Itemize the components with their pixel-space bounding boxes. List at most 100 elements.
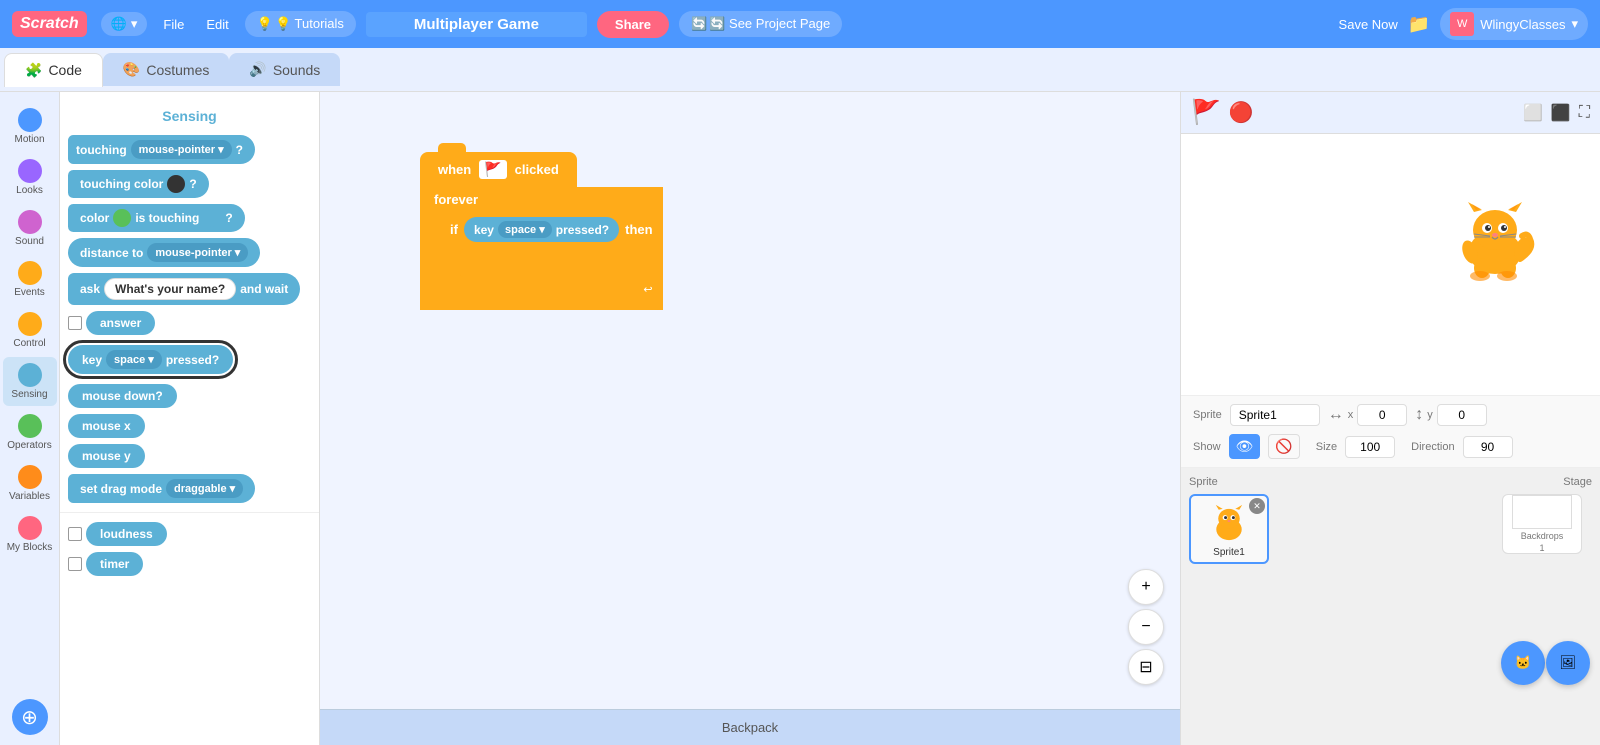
green-flag-inline: 🚩 [479, 160, 506, 179]
zoom-fit-button[interactable]: ⊟ [1128, 649, 1164, 685]
ask-input[interactable]: What's your name? [104, 278, 236, 300]
tutorials-label: 💡 Tutorials [275, 16, 344, 32]
add-extension-button[interactable]: ⊕ [12, 699, 48, 735]
sidebar-label-motion: Motion [14, 134, 44, 145]
key-dropdown[interactable]: space ▾ [106, 350, 162, 369]
space-dropdown[interactable]: space ▾ [498, 221, 552, 238]
drag-dropdown[interactable]: draggable ▾ [166, 479, 243, 498]
hat-block-when-clicked[interactable]: when 🚩 clicked forever if [420, 152, 663, 310]
sprite-delete-button[interactable]: ✕ [1249, 498, 1265, 514]
sidebar-item-events[interactable]: Events [3, 255, 57, 304]
tab-code[interactable]: 🧩 Code [4, 53, 103, 87]
backpack-bar[interactable]: Backpack [320, 709, 1180, 745]
block-touching-color[interactable]: touching color ? [68, 170, 209, 198]
shrink-stage-button[interactable]: ⬜ [1523, 103, 1543, 123]
add-sprite-fab[interactable]: 🐱 [1501, 641, 1545, 685]
costumes-tab-icon: 🎨 [123, 61, 140, 78]
condition-pill[interactable]: key space ▾ pressed? [464, 217, 619, 242]
add-backdrop-fab[interactable]: 🖼 [1546, 641, 1590, 685]
block-touching[interactable]: touching mouse-pointer ▾ ? [68, 135, 255, 164]
edit-menu[interactable]: Edit [200, 13, 234, 36]
operators-dot [18, 414, 42, 438]
save-now-button[interactable]: Save Now [1339, 17, 1398, 32]
zoom-out-button[interactable]: − [1128, 609, 1164, 645]
sidebar-bottom: ⊕ [12, 699, 48, 745]
block-set-drag[interactable]: set drag mode draggable ▾ [68, 474, 255, 503]
sprite-label: Sprite [1193, 409, 1222, 421]
normal-stage-button[interactable]: ⬛ [1551, 103, 1571, 123]
user-menu-button[interactable]: W WlingyClasses ▾ [1440, 8, 1588, 40]
show-label: Show [1193, 441, 1221, 453]
show-visible-button[interactable]: 👁 [1229, 434, 1261, 459]
timer-checkbox[interactable] [68, 557, 82, 571]
x-coord-group: ↔ x [1328, 404, 1408, 426]
block-color-touching[interactable]: color is touching ? [68, 204, 245, 232]
stop-button[interactable]: 🔴 [1229, 100, 1254, 125]
block-distance-to[interactable]: distance to mouse-pointer ▾ [68, 238, 260, 267]
sidebar-item-sound[interactable]: Sound [3, 204, 57, 253]
block-answer[interactable]: answer [86, 311, 155, 335]
forever-block[interactable]: forever if key space ▾ pressed? the [420, 187, 663, 310]
if-block[interactable]: if key space ▾ pressed? then [440, 212, 663, 247]
sprite-thumb-sprite1[interactable]: ✕ Sprite1 [1189, 494, 1269, 564]
color-swatch-green[interactable] [113, 209, 131, 227]
stage-section: Stage Backdrops 1 [1502, 476, 1592, 737]
block-stack: when 🚩 clicked forever if [420, 152, 663, 310]
block-row-ask: ask What's your name? and wait [60, 270, 319, 308]
tab-sounds[interactable]: 🔊 Sounds [229, 53, 340, 86]
sidebar-item-sensing[interactable]: Sensing [3, 357, 57, 406]
sidebar-item-operators[interactable]: Operators [3, 408, 57, 457]
file-menu[interactable]: File [157, 13, 190, 36]
block-timer[interactable]: timer [86, 552, 143, 576]
tab-costumes[interactable]: 🎨 Costumes [103, 53, 229, 86]
main-layout: Motion Looks Sound Events Control Sensin… [0, 92, 1600, 745]
block-key-pressed[interactable]: key space ▾ pressed? [68, 345, 233, 374]
block-mouse-down[interactable]: mouse down? [68, 384, 177, 408]
top-nav: Scratch 🌐 ▾ File Edit 💡 💡 Tutorials Shar… [0, 0, 1600, 48]
block-mouse-y[interactable]: mouse y [68, 444, 145, 468]
touching-dropdown[interactable]: mouse-pointer ▾ [131, 140, 232, 159]
sidebar-item-my-blocks[interactable]: My Blocks [3, 510, 57, 559]
control-dot [18, 312, 42, 336]
sidebar-item-looks[interactable]: Looks [3, 153, 57, 202]
y-coord-group: ↕ y [1415, 404, 1487, 426]
sidebar-item-motion[interactable]: Motion [3, 102, 57, 151]
backdrops-count: 1 [1539, 543, 1544, 553]
fullscreen-button[interactable]: ⛶ [1579, 104, 1590, 122]
show-hidden-button[interactable]: 🚫 [1268, 434, 1299, 459]
project-name-input[interactable] [366, 12, 587, 37]
x-input[interactable] [1357, 404, 1407, 426]
y-input[interactable] [1437, 404, 1487, 426]
sprite-name-input[interactable] [1230, 404, 1320, 426]
block-mouse-x[interactable]: mouse x [68, 414, 145, 438]
if-block-bottom: ↩ [440, 279, 663, 300]
sidebar-item-variables[interactable]: Variables [3, 459, 57, 508]
see-project-button[interactable]: 🔄 🔄 See Project Page [679, 11, 842, 37]
tutorials-button[interactable]: 💡 💡 Tutorials [245, 11, 356, 37]
block-loudness[interactable]: loudness [86, 522, 167, 546]
stage-thumb[interactable]: Backdrops 1 [1502, 494, 1582, 554]
sidebar-item-control[interactable]: Control [3, 306, 57, 355]
sensing-dot [18, 363, 42, 387]
size-input[interactable] [1345, 436, 1395, 458]
sprites-strip: Sprite [1181, 467, 1600, 745]
block-row-touching: touching mouse-pointer ▾ ? [60, 132, 319, 167]
green-flag-button[interactable]: 🚩 [1191, 98, 1221, 127]
mouse-x-label: mouse x [82, 419, 131, 433]
backdrops-label: Backdrops [1521, 531, 1564, 541]
globe-button[interactable]: 🌐 ▾ [101, 12, 148, 36]
distance-dropdown[interactable]: mouse-pointer ▾ [147, 243, 248, 262]
loudness-checkbox[interactable] [68, 527, 82, 541]
sound-dot [18, 210, 42, 234]
if-label: if [450, 222, 458, 237]
zoom-in-button[interactable]: + [1128, 569, 1164, 605]
then-label: then [625, 222, 652, 237]
direction-input[interactable] [1463, 436, 1513, 458]
block-row-distance: distance to mouse-pointer ▾ [60, 235, 319, 270]
block-ask[interactable]: ask What's your name? and wait [68, 273, 300, 305]
color-swatch-toggle[interactable] [203, 209, 221, 227]
answer-checkbox[interactable] [68, 316, 82, 330]
share-button[interactable]: Share [597, 11, 669, 38]
folder-button[interactable]: 📁 [1408, 14, 1430, 35]
color-swatch-dark[interactable] [167, 175, 185, 193]
